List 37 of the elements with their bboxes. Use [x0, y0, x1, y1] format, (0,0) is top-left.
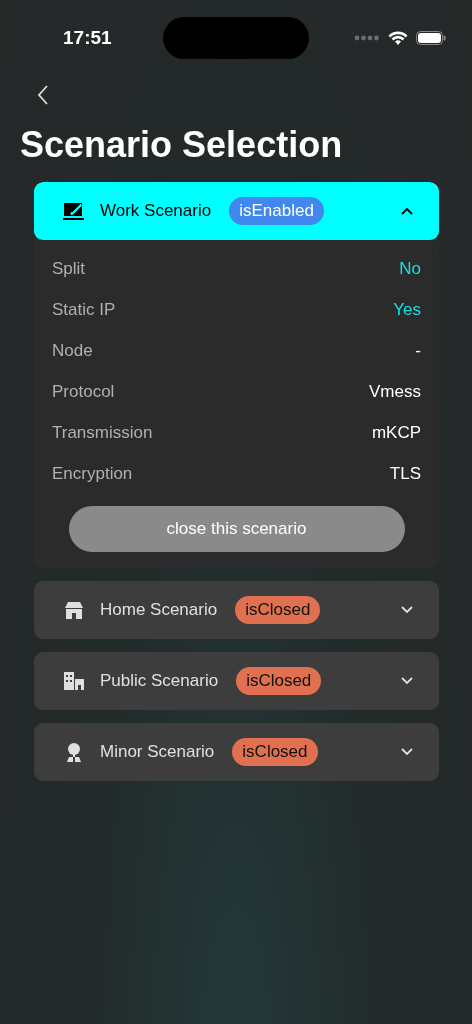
- detail-value: TLS: [389, 463, 421, 484]
- chevron-icon: [401, 677, 413, 685]
- scenario-header[interactable]: Minor Scenario isClosed: [34, 723, 439, 781]
- scenario-header[interactable]: Work Scenario isEnabled: [34, 182, 439, 240]
- scenario-header[interactable]: Home Scenario isClosed: [34, 581, 439, 639]
- wifi-icon: [388, 30, 408, 46]
- page-title: Scenario Selection: [20, 123, 344, 167]
- status-time: 17:51: [63, 27, 112, 49]
- signal-icon: [354, 35, 380, 41]
- scenario-header[interactable]: Public Scenario isClosed: [34, 652, 439, 710]
- detail-label: Transmission: [52, 422, 153, 443]
- detail-value: mKCP: [371, 422, 421, 443]
- detail-label: Split: [52, 258, 86, 279]
- detail-label: Static IP: [52, 299, 116, 320]
- back-icon[interactable]: [37, 85, 49, 105]
- scenario-name: Public Scenario: [100, 671, 219, 691]
- detail-value: Vmess: [369, 381, 421, 402]
- detail-value: Yes: [393, 299, 421, 320]
- buildings-icon: [63, 671, 85, 691]
- house-icon: [63, 600, 85, 620]
- detail-label: Protocol: [52, 381, 115, 402]
- laptop-pen-icon: [63, 201, 85, 221]
- chevron-icon: [401, 606, 413, 614]
- detail-label: Node: [52, 340, 93, 361]
- detail-value: -: [415, 340, 421, 361]
- chevron-icon: [401, 748, 413, 756]
- scenario-name: Home Scenario: [100, 600, 218, 620]
- chevron-icon: [401, 207, 413, 215]
- detail-label: Encryption: [52, 463, 133, 484]
- status-badge: isClosed: [235, 596, 321, 624]
- status-badge: isClosed: [232, 738, 318, 766]
- scenario-name: Minor Scenario: [100, 742, 215, 762]
- status-badge: isEnabled: [229, 197, 324, 225]
- status-badge: isClosed: [236, 667, 322, 695]
- battery-icon: [416, 31, 446, 45]
- scenario-name: Work Scenario: [100, 201, 212, 221]
- detail-value: No: [399, 258, 421, 279]
